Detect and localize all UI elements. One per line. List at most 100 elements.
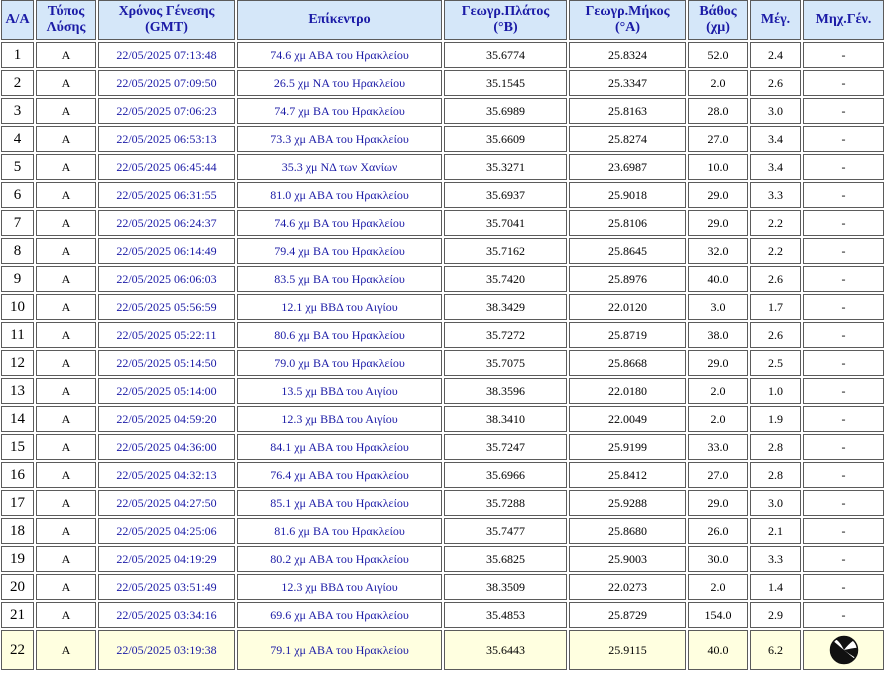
cell-magnitude: 3.0 <box>750 98 801 124</box>
cell-origin-time[interactable]: 22/05/2025 06:53:13 <box>98 126 235 152</box>
cell-longitude: 25.8729 <box>569 602 686 628</box>
cell-origin-time[interactable]: 22/05/2025 04:32:13 <box>98 462 235 488</box>
cell-epicenter[interactable]: 81.0 χμ ΑΒΑ του Ηρακλείου <box>237 182 442 208</box>
cell-epicenter[interactable]: 74.7 χμ ΒΑ του Ηρακλείου <box>237 98 442 124</box>
cell-focal-mechanism[interactable] <box>803 630 884 670</box>
cell-epicenter[interactable]: 85.1 χμ ΑΒΑ του Ηρακλείου <box>237 490 442 516</box>
cell-epicenter[interactable]: 79.4 χμ ΒΑ του Ηρακλείου <box>237 238 442 264</box>
cell-solution-type: A <box>36 378 96 404</box>
cell-epicenter[interactable]: 83.5 χμ ΒΑ του Ηρακλείου <box>237 266 442 292</box>
cell-latitude: 35.4853 <box>444 602 567 628</box>
cell-epicenter[interactable]: 69.6 χμ ΑΒΑ του Ηρακλείου <box>237 602 442 628</box>
cell-latitude: 38.3429 <box>444 294 567 320</box>
cell-origin-time[interactable]: 22/05/2025 06:14:49 <box>98 238 235 264</box>
cell-magnitude: 3.4 <box>750 154 801 180</box>
cell-origin-time[interactable]: 22/05/2025 06:06:03 <box>98 266 235 292</box>
cell-aa: 21 <box>1 602 34 628</box>
cell-magnitude: 2.1 <box>750 518 801 544</box>
cell-origin-time[interactable]: 22/05/2025 06:45:44 <box>98 154 235 180</box>
cell-aa: 15 <box>1 434 34 460</box>
table-row: 8 A 22/05/2025 06:14:49 79.4 χμ ΒΑ του Η… <box>1 238 884 264</box>
cell-origin-time[interactable]: 22/05/2025 07:13:48 <box>98 42 235 68</box>
cell-focal-mechanism: - <box>803 546 884 572</box>
cell-latitude: 35.7272 <box>444 322 567 348</box>
cell-longitude: 22.0180 <box>569 378 686 404</box>
cell-longitude: 25.3347 <box>569 70 686 96</box>
focal-mechanism-beachball-icon[interactable] <box>829 635 859 665</box>
table-row: 22 A 22/05/2025 03:19:38 79.1 χμ ΑΒΑ του… <box>1 630 884 670</box>
header-row: Α/Α Τύπος Λύσης Χρόνος Γένεσης (GMT) Επί… <box>1 0 884 40</box>
cell-origin-time[interactable]: 22/05/2025 04:19:29 <box>98 546 235 572</box>
cell-longitude: 25.9003 <box>569 546 686 572</box>
cell-longitude: 25.8274 <box>569 126 686 152</box>
cell-origin-time[interactable]: 22/05/2025 04:27:50 <box>98 490 235 516</box>
cell-epicenter[interactable]: 79.1 χμ ΑΒΑ του Ηρακλείου <box>237 630 442 670</box>
cell-focal-mechanism: - <box>803 294 884 320</box>
cell-epicenter[interactable]: 76.4 χμ ΑΒΑ του Ηρακλείου <box>237 462 442 488</box>
cell-epicenter[interactable]: 80.2 χμ ΑΒΑ του Ηρακλείου <box>237 546 442 572</box>
cell-aa: 12 <box>1 350 34 376</box>
cell-origin-time[interactable]: 22/05/2025 07:06:23 <box>98 98 235 124</box>
header-origin-time-label: Χρόνος Γένεσης (GMT) <box>118 4 215 35</box>
cell-epicenter[interactable]: 79.0 χμ ΒΑ του Ηρακλείου <box>237 350 442 376</box>
header-longitude-label: Γεωγρ.Μήκος (°Α) <box>585 4 670 35</box>
cell-aa: 18 <box>1 518 34 544</box>
header-longitude: Γεωγρ.Μήκος (°Α) <box>569 0 686 40</box>
table-row: 11 A 22/05/2025 05:22:11 80.6 χμ ΒΑ του … <box>1 322 884 348</box>
cell-depth: 3.0 <box>688 294 748 320</box>
cell-magnitude: 1.0 <box>750 378 801 404</box>
cell-epicenter[interactable]: 26.5 χμ ΝΑ του Ηρακλείου <box>237 70 442 96</box>
cell-longitude: 25.8106 <box>569 210 686 236</box>
cell-origin-time[interactable]: 22/05/2025 03:51:49 <box>98 574 235 600</box>
cell-origin-time[interactable]: 22/05/2025 05:14:00 <box>98 378 235 404</box>
cell-aa: 16 <box>1 462 34 488</box>
cell-epicenter[interactable]: 12.1 χμ ΒΒΔ του Αιγίου <box>237 294 442 320</box>
table-row: 17 A 22/05/2025 04:27:50 85.1 χμ ΑΒΑ του… <box>1 490 884 516</box>
cell-longitude: 25.8645 <box>569 238 686 264</box>
cell-depth: 32.0 <box>688 238 748 264</box>
cell-epicenter[interactable]: 12.3 χμ ΒΒΔ του Αιγίου <box>237 574 442 600</box>
cell-origin-time[interactable]: 22/05/2025 06:24:37 <box>98 210 235 236</box>
cell-origin-time[interactable]: 22/05/2025 05:56:59 <box>98 294 235 320</box>
cell-solution-type: A <box>36 154 96 180</box>
cell-origin-time[interactable]: 22/05/2025 07:09:50 <box>98 70 235 96</box>
header-depth: Βάθος (χμ) <box>688 0 748 40</box>
cell-focal-mechanism: - <box>803 70 884 96</box>
cell-epicenter[interactable]: 74.6 χμ ΒΑ του Ηρακλείου <box>237 210 442 236</box>
cell-depth: 2.0 <box>688 406 748 432</box>
cell-epicenter[interactable]: 74.6 χμ ΑΒΑ του Ηρακλείου <box>237 42 442 68</box>
cell-epicenter[interactable]: 35.3 χμ ΝΔ των Χανίων <box>237 154 442 180</box>
cell-epicenter[interactable]: 13.5 χμ ΒΒΔ του Αιγίου <box>237 378 442 404</box>
cell-origin-time[interactable]: 22/05/2025 06:31:55 <box>98 182 235 208</box>
cell-focal-mechanism: - <box>803 266 884 292</box>
cell-origin-time[interactable]: 22/05/2025 04:25:06 <box>98 518 235 544</box>
cell-focal-mechanism: - <box>803 574 884 600</box>
cell-epicenter[interactable]: 12.3 χμ ΒΒΔ του Αιγίου <box>237 406 442 432</box>
cell-depth: 10.0 <box>688 154 748 180</box>
cell-latitude: 38.3410 <box>444 406 567 432</box>
cell-origin-time[interactable]: 22/05/2025 04:36:00 <box>98 434 235 460</box>
cell-depth: 40.0 <box>688 630 748 670</box>
cell-origin-time[interactable]: 22/05/2025 05:14:50 <box>98 350 235 376</box>
cell-origin-time[interactable]: 22/05/2025 04:59:20 <box>98 406 235 432</box>
cell-latitude: 35.3271 <box>444 154 567 180</box>
cell-longitude: 25.9288 <box>569 490 686 516</box>
cell-origin-time[interactable]: 22/05/2025 05:22:11 <box>98 322 235 348</box>
cell-origin-time[interactable]: 22/05/2025 03:19:38 <box>98 630 235 670</box>
cell-longitude: 23.6987 <box>569 154 686 180</box>
cell-epicenter[interactable]: 80.6 χμ ΒΑ του Ηρακλείου <box>237 322 442 348</box>
cell-solution-type: A <box>36 182 96 208</box>
cell-origin-time[interactable]: 22/05/2025 03:34:16 <box>98 602 235 628</box>
cell-epicenter[interactable]: 84.1 χμ ΑΒΑ του Ηρακλείου <box>237 434 442 460</box>
cell-epicenter[interactable]: 81.6 χμ ΒΑ του Ηρακλείου <box>237 518 442 544</box>
cell-depth: 33.0 <box>688 434 748 460</box>
cell-solution-type: A <box>36 518 96 544</box>
cell-epicenter[interactable]: 73.3 χμ ΑΒΑ του Ηρακλείου <box>237 126 442 152</box>
cell-depth: 29.0 <box>688 350 748 376</box>
cell-focal-mechanism: - <box>803 42 884 68</box>
cell-magnitude: 3.4 <box>750 126 801 152</box>
cell-solution-type: A <box>36 602 96 628</box>
cell-longitude: 25.8680 <box>569 518 686 544</box>
cell-latitude: 35.6966 <box>444 462 567 488</box>
cell-longitude: 22.0273 <box>569 574 686 600</box>
